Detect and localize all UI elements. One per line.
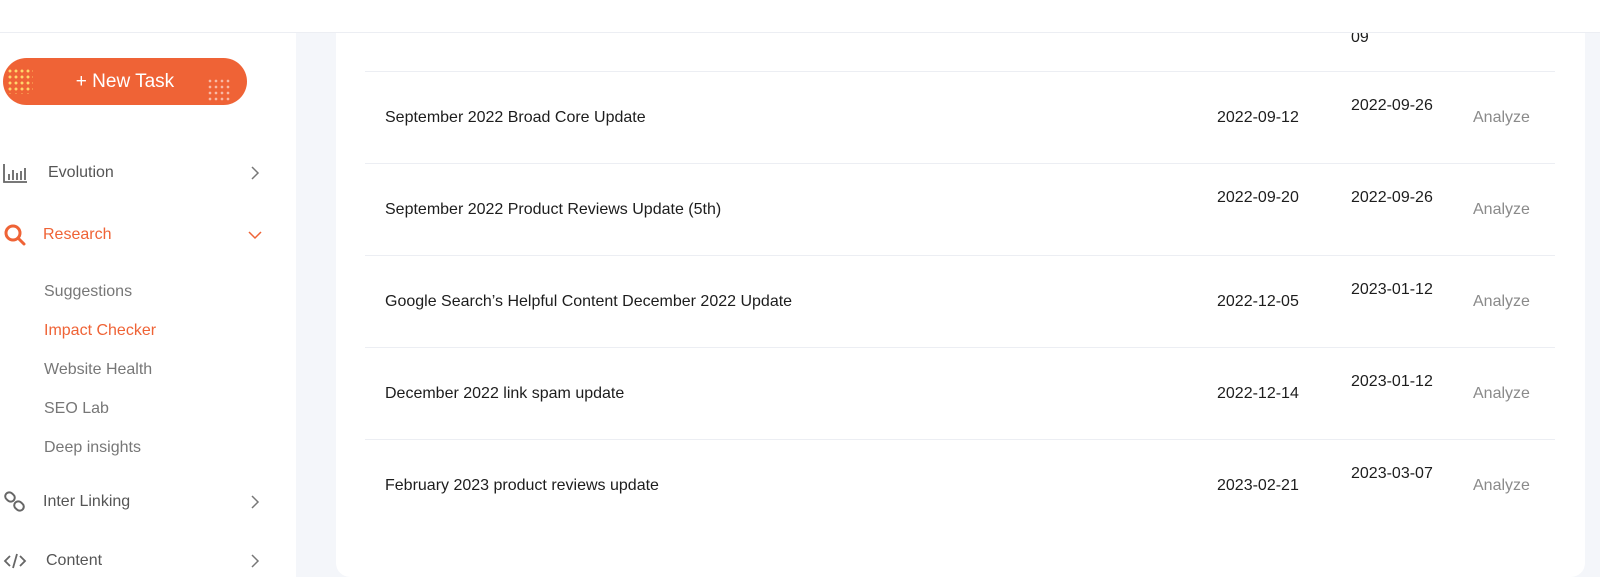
sidebar-item-evolution[interactable]: Evolution (0, 155, 296, 191)
chevron-right-icon (248, 166, 262, 180)
sidebar-item-label: Inter Linking (43, 493, 131, 510)
start-date-cell: 2022-12-14 (1217, 385, 1299, 402)
sidebar-item-research[interactable]: Research (0, 217, 296, 253)
table-row: September 2022 Product Reviews Update (5… (365, 164, 1555, 256)
sidebar-item-label: Content (46, 552, 103, 569)
end-date-cell: 2023-03-07 (1351, 465, 1433, 482)
end-date-cell: 2023-01-12 (1351, 281, 1433, 298)
sidebar-item-inter-linking[interactable]: Inter Linking (0, 484, 296, 520)
end-date-cell: 2023-01-12 (1351, 373, 1433, 390)
search-icon (2, 222, 28, 248)
bar-chart-icon (2, 160, 28, 186)
start-date-cell: 2022-09-20 (1217, 189, 1299, 206)
start-date-cell: 2022-12-05 (1217, 293, 1299, 310)
new-task-button[interactable]: + New Task (3, 58, 247, 105)
chevron-down-icon (248, 228, 262, 242)
start-date-cell: 2023-02-21 (1217, 477, 1299, 494)
dots-decoration-icon (7, 68, 33, 94)
top-bar (0, 0, 1600, 33)
sidebar-subitem-deep-insights[interactable]: Deep insights (44, 439, 141, 457)
sidebar: + New Task Evolution Research Suggestion… (0, 33, 296, 577)
table-row: September 2022 Broad Core Update 2022-09… (365, 72, 1555, 164)
sidebar-subitem-seo-lab[interactable]: SEO Lab (44, 400, 109, 418)
end-date-cell: 2022-09-26 (1351, 97, 1433, 114)
chevron-right-icon (248, 554, 262, 568)
analyze-link[interactable]: Analyze (1473, 290, 1530, 314)
sidebar-item-content[interactable]: Content (0, 543, 296, 577)
link-icon (2, 489, 28, 515)
chevron-right-icon (248, 495, 262, 509)
update-name-cell: September 2022 Product Reviews Update (5… (385, 201, 722, 218)
code-icon (2, 548, 28, 574)
end-date-cell: 2022-09-26 (1351, 189, 1433, 206)
sidebar-subitem-impact-checker[interactable]: Impact Checker (44, 322, 156, 340)
update-name-cell: December 2022 link spam update (385, 385, 625, 402)
start-date-cell: 2022-09-12 (1217, 109, 1299, 126)
update-name-cell: February 2023 product reviews update (385, 477, 659, 494)
table-row: December 2022 link spam update 2022-12-1… (365, 348, 1555, 440)
analyze-link[interactable]: Analyze (1473, 474, 1530, 498)
sidebar-subitem-suggestions[interactable]: Suggestions (44, 283, 132, 301)
analyze-link[interactable]: Analyze (1473, 382, 1530, 406)
dots-decoration-icon (207, 78, 231, 102)
analyze-link[interactable]: Analyze (1473, 198, 1530, 222)
sidebar-subitem-website-health[interactable]: Website Health (44, 361, 152, 379)
analyze-link[interactable]: Analyze (1473, 106, 1530, 130)
sidebar-item-label: Research (43, 226, 112, 243)
update-name-cell: September 2022 Broad Core Update (385, 109, 646, 126)
new-task-label: + New Task (75, 70, 175, 92)
sidebar-item-label: Evolution (48, 164, 114, 181)
table-row: February 2023 product reviews update 202… (365, 440, 1555, 532)
update-name-cell: Google Search’s Helpful Content December… (385, 293, 793, 310)
table-row: Google Search’s Helpful Content December… (365, 256, 1555, 348)
